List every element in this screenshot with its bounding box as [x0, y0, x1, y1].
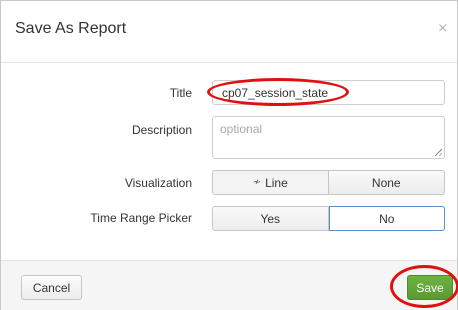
time-range-yes-button[interactable]: Yes	[212, 206, 329, 231]
cancel-button[interactable]: Cancel	[21, 275, 82, 300]
title-label: Title	[169, 86, 192, 100]
save-as-report-dialog: Save As Report × Title cp07_session_stat…	[0, 0, 458, 310]
time-range-picker-label: Time Range Picker	[90, 211, 192, 225]
description-placeholder: optional	[220, 122, 263, 136]
line-chart-icon: ≁	[252, 177, 262, 188]
time-range-picker-toggle: Yes No	[212, 206, 445, 231]
dialog-header: Save As Report ×	[1, 1, 457, 63]
title-input[interactable]: cp07_session_state	[212, 80, 445, 105]
visualization-label: Visualization	[124, 176, 192, 190]
dialog-title: Save As Report	[15, 20, 127, 37]
save-button[interactable]: Save	[407, 275, 453, 300]
visualization-line-button[interactable]: ≁ Line	[212, 170, 329, 195]
close-icon[interactable]: ×	[438, 21, 447, 37]
visualization-line-label: Line	[265, 175, 288, 190]
time-range-no-label: No	[379, 211, 395, 226]
time-range-yes-label: Yes	[260, 211, 281, 226]
visualization-none-button[interactable]: None	[328, 170, 445, 195]
time-range-no-button[interactable]: No	[328, 206, 445, 231]
description-textarea[interactable]: optional	[212, 116, 445, 159]
visualization-none-label: None	[371, 175, 401, 190]
description-label: Description	[131, 123, 192, 137]
visualization-toggle: ≁ Line None	[212, 170, 445, 195]
resize-handle-icon[interactable]	[435, 149, 442, 156]
